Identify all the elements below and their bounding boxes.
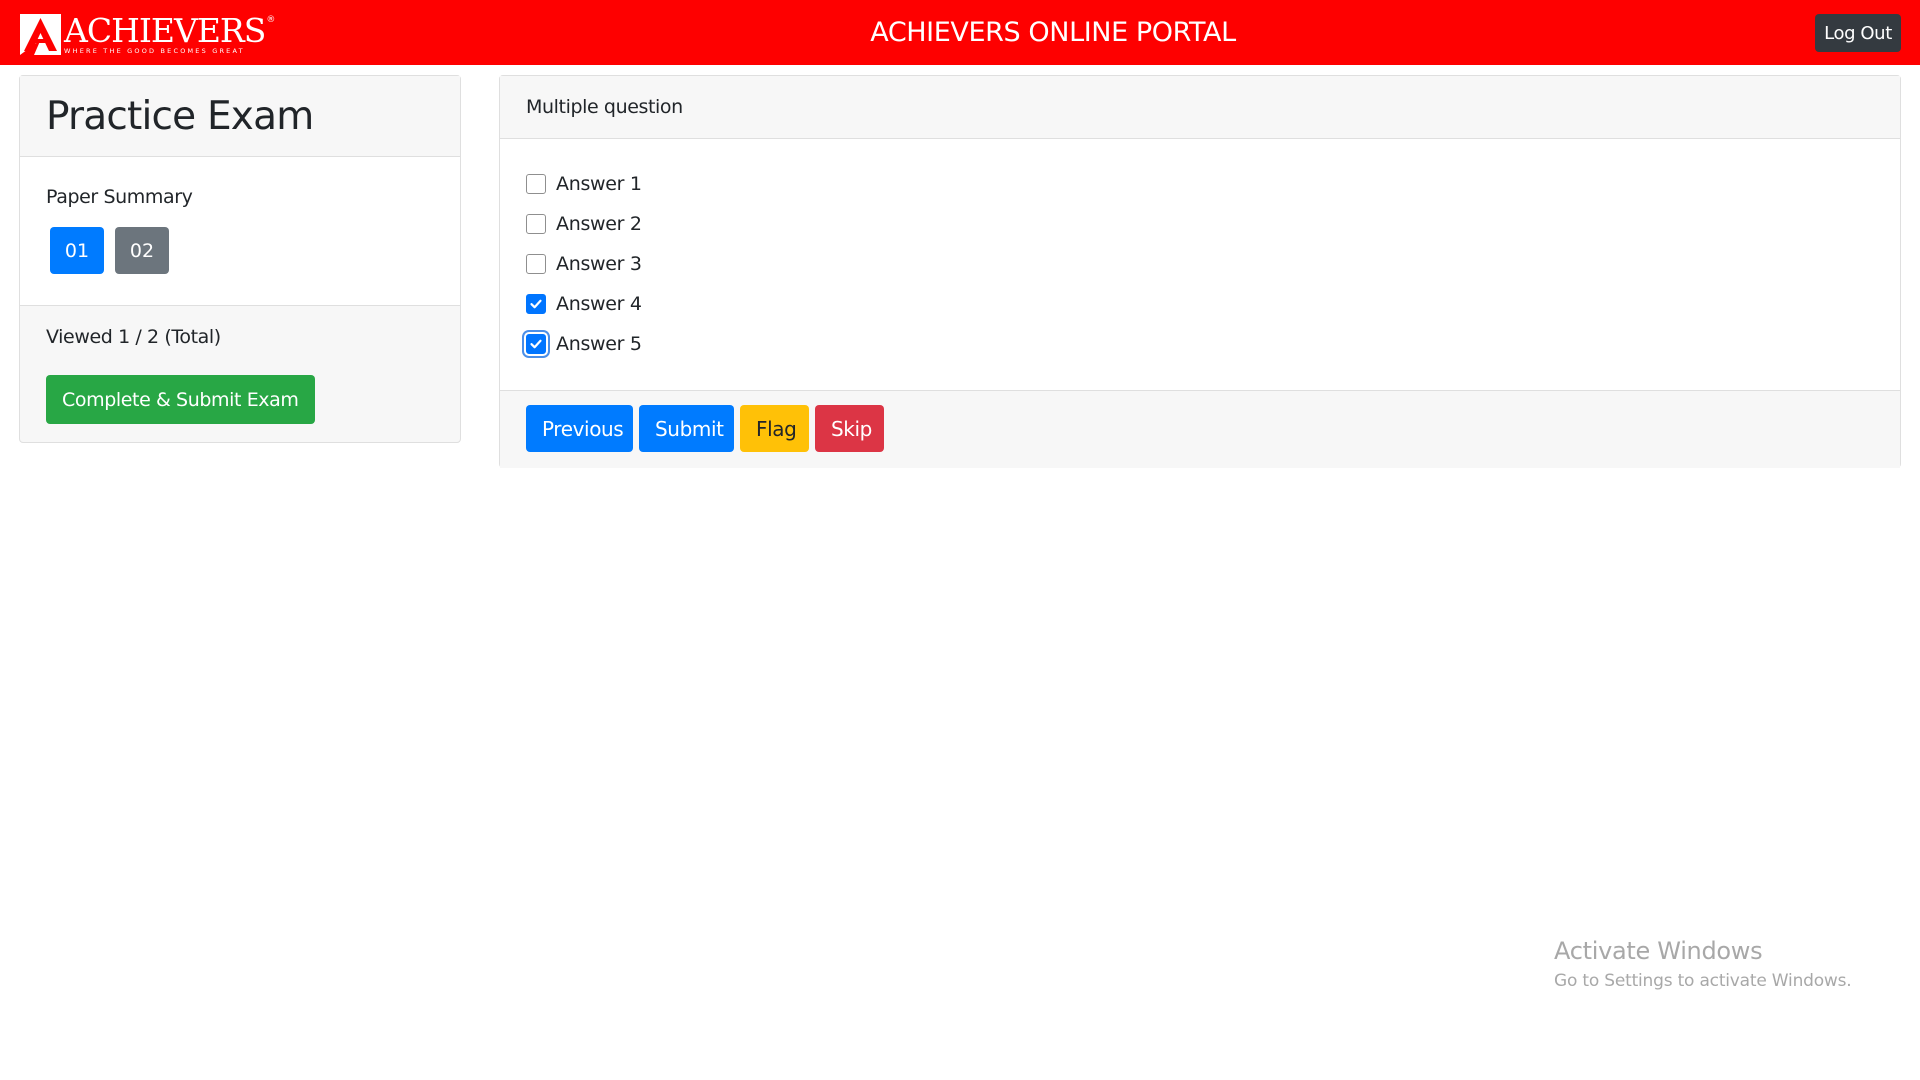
answer-checkbox[interactable]: [526, 334, 546, 354]
logout-button[interactable]: Log Out: [1815, 14, 1901, 52]
answer-option[interactable]: Answer 2: [526, 204, 1900, 244]
answer-checkbox[interactable]: [526, 254, 546, 274]
answer-option[interactable]: Answer 4: [526, 284, 1900, 324]
exam-title: Practice Exam: [46, 94, 314, 139]
answer-checkbox[interactable]: [526, 294, 546, 314]
answer-options: Answer 1 Answer 2 Answer 3 Answer 4 Answ…: [500, 139, 1900, 390]
flag-button[interactable]: Flag: [740, 405, 809, 452]
answer-option[interactable]: Answer 3: [526, 244, 1900, 284]
answer-checkbox[interactable]: [526, 174, 546, 194]
skip-button[interactable]: Skip: [815, 405, 884, 452]
answer-label: Answer 2: [556, 213, 642, 235]
answer-checkbox[interactable]: [526, 214, 546, 234]
answer-option[interactable]: Answer 5: [526, 324, 1900, 364]
question-navigator: 01 02: [46, 227, 460, 274]
answer-label: Answer 1: [556, 173, 642, 195]
question-button-01[interactable]: 01: [50, 227, 104, 274]
portal-title: ACHIEVERS ONLINE PORTAL: [870, 17, 1236, 48]
windows-activation-watermark: Activate Windows Go to Settings to activ…: [1554, 937, 1852, 991]
exam-progress: Viewed 1 / 2 (Total) Complete & Submit E…: [20, 306, 460, 424]
checkmark-icon: [530, 339, 542, 349]
submit-button[interactable]: Submit: [639, 405, 734, 452]
answer-option[interactable]: Answer 1: [526, 164, 1900, 204]
question-title: Multiple question: [526, 96, 683, 118]
question-header: Multiple question: [500, 76, 1900, 139]
exam-summary-card: Practice Exam Paper Summary 01 02 Viewed…: [19, 75, 461, 443]
question-card: Multiple question Answer 1 Answer 2 Answ…: [499, 75, 1901, 468]
viewed-count: Viewed 1 / 2 (Total): [46, 326, 221, 348]
watermark-title: Activate Windows: [1554, 937, 1763, 965]
exam-summary-header: Practice Exam: [20, 76, 460, 157]
paper-summary: Paper Summary 01 02: [20, 157, 460, 306]
top-navbar: ACHIEVERS ® WHERE THE GOOD BECOMES GREAT …: [0, 0, 1920, 65]
paper-summary-label: Paper Summary: [46, 186, 193, 208]
answer-label: Answer 5: [556, 333, 642, 355]
question-actions: Previous Submit Flag Skip: [500, 390, 1900, 468]
watermark-subtitle: Go to Settings to activate Windows.: [1554, 971, 1852, 991]
answer-label: Answer 3: [556, 253, 642, 275]
checkmark-icon: [530, 299, 542, 309]
complete-submit-exam-button[interactable]: Complete & Submit Exam: [46, 375, 315, 424]
previous-button[interactable]: Previous: [526, 405, 633, 452]
answer-label: Answer 4: [556, 293, 642, 315]
question-button-02[interactable]: 02: [115, 227, 169, 274]
